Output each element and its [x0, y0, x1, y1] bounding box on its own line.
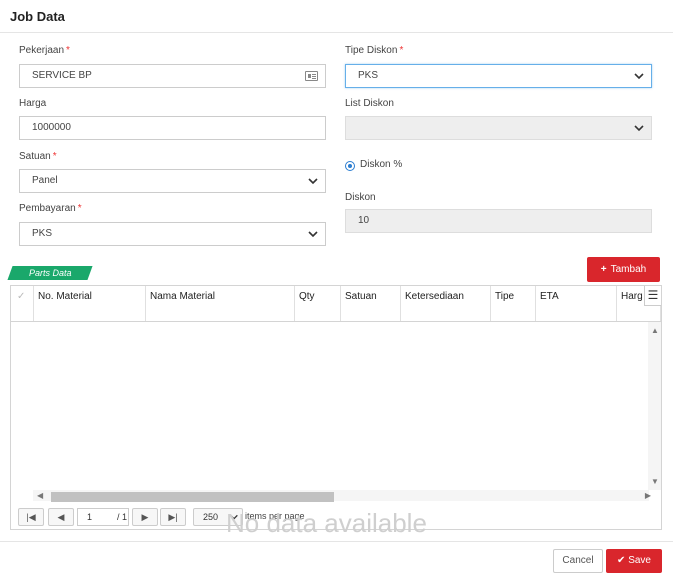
harga-value: 1000000: [32, 122, 71, 133]
tipe-diskon-select[interactable]: PKS: [345, 64, 652, 88]
page-size-value: 250: [203, 512, 219, 522]
scroll-thumb[interactable]: [51, 492, 334, 502]
page-title: Job Data: [10, 9, 65, 24]
harga-label: Harga: [19, 98, 47, 109]
last-page-button[interactable]: ▶|: [160, 508, 186, 526]
header-bar: Job Data: [0, 0, 673, 33]
chevron-down-icon: [308, 231, 318, 238]
horizontal-scrollbar[interactable]: ◀ ▶: [33, 490, 651, 502]
required-marker: *: [77, 203, 82, 214]
scroll-down-icon[interactable]: ▼: [651, 477, 659, 486]
required-marker: *: [52, 151, 57, 162]
scroll-right-icon[interactable]: ▶: [645, 491, 651, 500]
pembayaran-select[interactable]: PKS: [19, 222, 326, 246]
save-button[interactable]: ✔ Save: [606, 549, 662, 573]
diskon-percent-label: Diskon %: [360, 159, 403, 170]
required-marker: *: [399, 45, 404, 56]
next-page-button[interactable]: ▶: [132, 508, 158, 526]
satuan-label-text: Satuan: [19, 151, 51, 162]
column-header[interactable]: Ketersediaan: [401, 286, 491, 321]
grid-header: ✓ No. Material Nama Material Qty Satuan …: [11, 286, 661, 322]
tambah-label: Tambah: [610, 264, 647, 275]
satuan-select[interactable]: Panel: [19, 169, 326, 193]
list-diskon-select[interactable]: [345, 116, 652, 140]
pembayaran-label-text: Pembayaran: [19, 203, 76, 214]
tipe-diskon-label-text: Tipe Diskon: [345, 45, 398, 56]
parts-data-tag: Parts Data: [7, 266, 93, 280]
diskon-input[interactable]: 10: [345, 209, 652, 233]
first-page-button[interactable]: |◀: [18, 508, 44, 526]
chevron-down-icon: [308, 178, 318, 185]
pembayaran-label: Pembayaran *: [19, 203, 82, 214]
harga-input[interactable]: 1000000: [19, 116, 326, 140]
column-header[interactable]: Satuan: [341, 286, 401, 321]
list-diskon-label: List Diskon: [345, 98, 394, 109]
column-header[interactable]: No. Material: [34, 286, 146, 321]
satuan-value: Panel: [32, 175, 58, 186]
column-header[interactable]: Qty: [295, 286, 341, 321]
column-header[interactable]: Tipe: [491, 286, 536, 321]
satuan-label: Satuan *: [19, 151, 57, 162]
pekerjaan-value: SERVICE BP: [32, 70, 92, 81]
cancel-button[interactable]: Cancel: [553, 549, 603, 573]
no-data-message: No data available: [226, 508, 427, 538]
tipe-diskon-value: PKS: [358, 70, 379, 81]
chevron-down-icon: [634, 73, 644, 80]
save-label: Save: [628, 555, 651, 566]
pekerjaan-field[interactable]: SERVICE BP: [19, 64, 326, 88]
page-value: 1: [87, 512, 93, 522]
diskon-percent-radio[interactable]: [345, 161, 355, 171]
tambah-button[interactable]: + Tambah: [587, 257, 660, 282]
column-header[interactable]: ETA: [536, 286, 617, 321]
scroll-left-icon[interactable]: ◀: [37, 491, 43, 500]
id-card-icon[interactable]: [305, 71, 318, 81]
prev-page-button[interactable]: ◀: [48, 508, 74, 526]
pekerjaan-label: Pekerjaan *: [19, 45, 70, 56]
vertical-scrollbar[interactable]: ▲ ▼: [648, 322, 661, 490]
scroll-up-icon[interactable]: ▲: [651, 326, 659, 335]
diskon-value: 10: [358, 215, 370, 226]
column-header[interactable]: Nama Material: [146, 286, 295, 321]
diskon-label: Diskon: [345, 192, 376, 203]
select-all-checkbox[interactable]: ✓: [11, 286, 34, 321]
required-marker: *: [66, 45, 70, 56]
parts-grid: ✓ No. Material Nama Material Qty Satuan …: [10, 285, 662, 538]
tipe-diskon-label: Tipe Diskon *: [345, 45, 403, 56]
pembayaran-value: PKS: [32, 228, 53, 239]
column-menu-icon[interactable]: ☰: [644, 286, 661, 306]
parts-data-tag-text: Parts Data: [29, 268, 72, 278]
pekerjaan-label-text: Pekerjaan: [19, 45, 65, 56]
check-icon: ✔: [617, 555, 626, 566]
chevron-down-icon: [634, 125, 644, 132]
plus-icon: +: [600, 264, 607, 275]
page-count: / 1: [117, 512, 128, 522]
